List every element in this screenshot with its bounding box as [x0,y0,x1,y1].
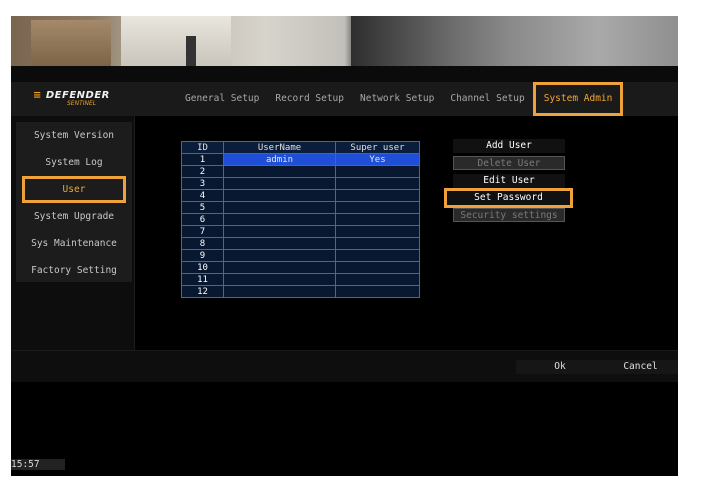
edit-user-button[interactable]: Edit User [453,174,565,188]
cell-username: admin [223,153,336,166]
tab-general-setup[interactable]: General Setup [177,82,267,116]
sidebar-item-user[interactable]: User [22,176,126,203]
user-table: ID UserName Super user 1 admin Yes 2 3 4… [181,141,420,298]
header: ≡ DEFENDER SENTINEL General Setup Record… [11,82,678,116]
logo: ≡ DEFENDER SENTINEL [33,90,143,112]
cell-id: 2 [181,165,224,178]
sidebar-item-sys-maintenance[interactable]: Sys Maintenance [16,230,132,257]
cell-username [223,225,336,238]
ok-button[interactable]: Ok [516,360,604,374]
cell-super-user [335,165,420,178]
logo-mark-icon: ≡ [33,90,42,101]
cell-id: 8 [181,237,224,250]
table-header-row: ID UserName Super user [181,141,420,154]
table-row[interactable]: 11 [181,273,420,286]
table-row[interactable]: 1 admin Yes [181,153,420,166]
cell-super-user [335,261,420,274]
cell-username [223,249,336,262]
camera-feed [11,16,678,66]
cell-username [223,285,336,298]
sidebar-item-factory-setting[interactable]: Factory Setting [16,257,132,284]
security-settings-button[interactable]: Security settings [453,208,565,222]
table-row[interactable]: 10 [181,261,420,274]
table-row[interactable]: 12 [181,285,420,298]
bottom-bar: Ok Cancel [11,350,678,382]
sidebar: System Version System Log User System Up… [11,116,135,350]
cell-id: 10 [181,261,224,274]
top-bar [11,66,678,82]
table-row[interactable]: 5 [181,201,420,214]
lower-panel [11,382,678,476]
table-row[interactable]: 7 [181,225,420,238]
cell-id: 9 [181,249,224,262]
cell-username [223,201,336,214]
cell-super-user [335,237,420,250]
sidebar-item-system-log[interactable]: System Log [16,149,132,176]
cell-id: 12 [181,285,224,298]
sidebar-item-system-upgrade[interactable]: System Upgrade [16,203,132,230]
clock-display: 15:57 [11,459,65,470]
delete-user-button[interactable]: Delete User [453,156,565,170]
dvr-screen: ≡ DEFENDER SENTINEL General Setup Record… [11,16,678,476]
cell-id: 4 [181,189,224,202]
table-row[interactable]: 4 [181,189,420,202]
table-row[interactable]: 2 [181,165,420,178]
cancel-button[interactable]: Cancel [603,360,678,374]
column-header-username: UserName [223,141,336,154]
cell-id: 3 [181,177,224,190]
table-row[interactable]: 9 [181,249,420,262]
tab-network-setup[interactable]: Network Setup [352,82,442,116]
table-row[interactable]: 3 [181,177,420,190]
cell-super-user [335,285,420,298]
tab-system-admin[interactable]: System Admin [532,82,624,116]
cell-super-user [335,189,420,202]
cell-id: 7 [181,225,224,238]
cell-super-user [335,201,420,214]
cell-super-user [335,177,420,190]
logo-subtext: SENTINEL [67,100,97,107]
cell-username [223,261,336,274]
cell-super-user [335,213,420,226]
add-user-button[interactable]: Add User [453,139,565,153]
set-password-button[interactable]: Set Password [444,188,573,208]
tab-bar: General Setup Record Setup Network Setup… [177,82,624,116]
cell-username [223,237,336,250]
tab-channel-setup[interactable]: Channel Setup [442,82,532,116]
cell-super-user [335,225,420,238]
tab-record-setup[interactable]: Record Setup [267,82,352,116]
cell-id: 1 [181,153,224,166]
table-row[interactable]: 8 [181,237,420,250]
column-header-super-user: Super user [335,141,420,154]
cell-username [223,165,336,178]
sidebar-menu: System Version System Log User System Up… [16,122,132,282]
cell-username [223,177,336,190]
column-header-id: ID [181,141,224,154]
cell-super-user [335,249,420,262]
table-row[interactable]: 6 [181,213,420,226]
cell-super-user: Yes [335,153,420,166]
cell-id: 11 [181,273,224,286]
cell-id: 6 [181,213,224,226]
cell-username [223,213,336,226]
cell-username [223,273,336,286]
cell-username [223,189,336,202]
cell-id: 5 [181,201,224,214]
sidebar-item-system-version[interactable]: System Version [16,122,132,149]
cell-super-user [335,273,420,286]
